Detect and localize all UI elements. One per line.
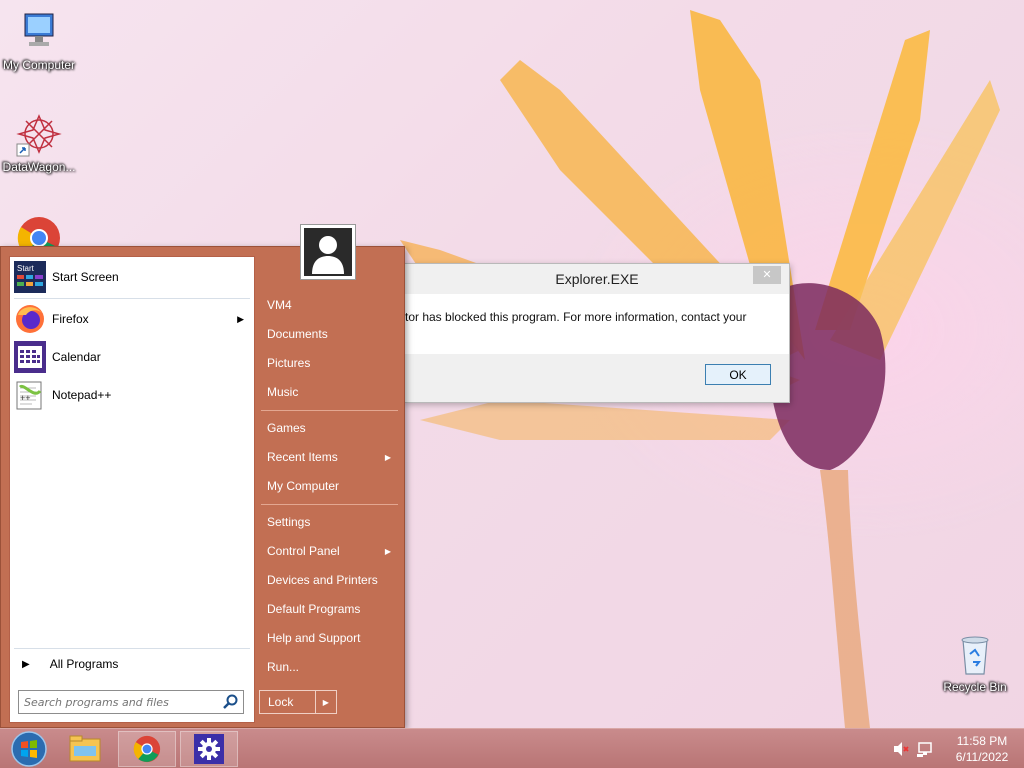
program-calendar[interactable]: Calendar (14, 339, 252, 375)
desktop-icon-my-computer[interactable]: My Computer (0, 8, 78, 72)
taskbar-settings[interactable] (180, 731, 238, 767)
menu-item-run[interactable]: Run... (259, 654, 399, 680)
submenu-arrow-icon: ▶ (384, 546, 391, 556)
start-badge-text: Start (17, 264, 35, 273)
desktop-icon-recycle-bin[interactable]: Recycle Bin (936, 630, 1014, 694)
system-clock[interactable]: 11:58 PM 6/11/2022 (946, 733, 1018, 765)
settings-gear-icon (194, 734, 224, 764)
taskbar-chrome[interactable] (118, 731, 176, 767)
menu-item-label: Help and Support (267, 631, 361, 645)
submenu-arrow-icon: ▶ (237, 313, 244, 324)
menu-item-music[interactable]: Music (259, 379, 399, 405)
start-screen-icon: Start (14, 261, 46, 293)
shutdown-options-arrow-icon[interactable]: ▶ (314, 691, 336, 713)
chrome-icon (133, 735, 161, 763)
menu-separator (261, 504, 398, 505)
volume-muted-icon[interactable] (892, 740, 910, 758)
firefox-icon (14, 303, 46, 335)
menu-item-my-computer[interactable]: My Computer (259, 473, 399, 499)
menu-item-label: Music (267, 385, 299, 399)
menu-item-documents[interactable]: Documents (259, 321, 399, 347)
lock-button[interactable]: Lock (260, 691, 315, 713)
computer-icon (15, 8, 63, 56)
desktop-icon-label: Recycle Bin (943, 680, 1007, 694)
expand-triangle-icon: ▶ (22, 658, 30, 670)
dialog-message: tor has blocked this program. For more i… (405, 310, 747, 324)
explorer-blocked-dialog: Explorer.EXE ✕ tor has blocked this prog… (404, 263, 790, 403)
recycle-bin-icon (951, 630, 999, 678)
menu-item-label: My Computer (267, 479, 340, 493)
all-programs-label: All Programs (49, 657, 119, 671)
start-menu-places-pane: VM4 Documents Pictures Music Games Recen… (259, 247, 406, 729)
all-programs-separator (14, 648, 250, 649)
ok-button[interactable]: OK (705, 364, 771, 385)
program-label: Firefox (52, 312, 89, 326)
dialog-message-area: tor has blocked this program. For more i… (405, 294, 789, 354)
taskbar: 11:58 PM 6/11/2022 (0, 728, 1024, 768)
file-explorer-icon (69, 735, 101, 762)
menu-item-label: Control Panel (267, 544, 340, 558)
menu-item-label: Run... (267, 660, 300, 674)
menu-item-help-and-support[interactable]: Help and Support (259, 625, 399, 651)
programs-separator (14, 298, 250, 299)
clock-date: 6/11/2022 (955, 750, 1009, 764)
start-orb-icon (11, 731, 47, 767)
svg-text:++: ++ (20, 393, 31, 403)
program-start-screen[interactable]: Start Start Screen (14, 259, 252, 295)
start-menu: Start Start Screen Firefox ▶ Calendar ++… (0, 246, 405, 728)
clock-time: 11:58 PM (956, 734, 1008, 748)
menu-item-vm4[interactable]: VM4 (259, 292, 399, 318)
menu-item-label: Settings (267, 515, 311, 529)
desktop-icon-label: My Computer (2, 58, 76, 72)
program-label: Notepad++ (52, 388, 112, 402)
search-box[interactable] (18, 690, 244, 714)
dialog-title: Explorer.EXE (555, 271, 639, 287)
notepad-plus-plus-icon: ++ (14, 379, 46, 411)
menu-item-label: Recent Items (267, 450, 338, 464)
submenu-arrow-icon: ▶ (384, 452, 391, 462)
program-label: Start Screen (52, 270, 119, 284)
search-icon[interactable] (221, 692, 243, 712)
all-programs-button[interactable]: ▶ All Programs (14, 653, 250, 675)
desktop-icon-label: DataWagon... (2, 160, 76, 174)
desktop-icon-datawagon[interactable]: DataWagon... (0, 110, 78, 174)
program-firefox[interactable]: Firefox ▶ (14, 301, 252, 337)
calendar-icon (14, 341, 46, 373)
menu-separator (261, 410, 398, 411)
search-input[interactable] (19, 692, 221, 712)
menu-item-settings[interactable]: Settings (259, 509, 399, 535)
lock-button-group: Lock ▶ (259, 690, 337, 714)
menu-item-label: Documents (267, 327, 328, 341)
user-avatar[interactable] (300, 224, 356, 280)
menu-item-label: Devices and Printers (267, 573, 378, 587)
datawagon-icon (15, 110, 63, 158)
menu-item-control-panel[interactable]: Control Panel ▶ (259, 538, 399, 564)
start-button[interactable] (0, 731, 58, 767)
program-notepad-plus-plus[interactable]: ++ Notepad++ (14, 377, 252, 413)
menu-item-label: Pictures (267, 356, 311, 370)
dialog-close-button[interactable]: ✕ (753, 266, 781, 284)
menu-item-pictures[interactable]: Pictures (259, 350, 399, 376)
network-icon[interactable] (916, 740, 934, 758)
program-label: Calendar (52, 350, 101, 364)
menu-item-default-programs[interactable]: Default Programs (259, 596, 399, 622)
menu-item-label: Games (267, 421, 306, 435)
menu-item-label: Default Programs (267, 602, 361, 616)
system-tray: 11:58 PM 6/11/2022 (892, 729, 1024, 768)
user-silhouette-icon (304, 228, 352, 276)
menu-item-label: VM4 (267, 298, 292, 312)
start-menu-programs-pane: Start Start Screen Firefox ▶ Calendar ++… (9, 256, 255, 723)
menu-item-games[interactable]: Games (259, 415, 399, 441)
taskbar-file-explorer[interactable] (56, 731, 114, 767)
menu-item-devices-and-printers[interactable]: Devices and Printers (259, 567, 399, 593)
menu-item-recent-items[interactable]: Recent Items ▶ (259, 444, 399, 470)
